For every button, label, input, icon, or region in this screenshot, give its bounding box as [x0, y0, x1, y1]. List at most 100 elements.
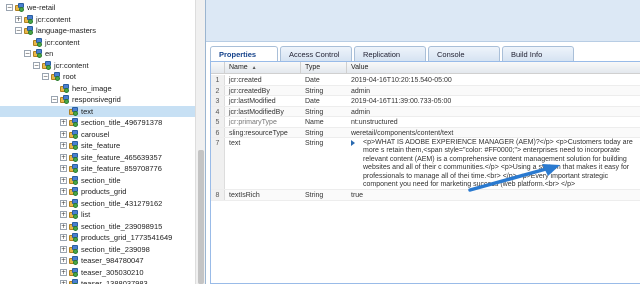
expand-icon[interactable]: +	[60, 268, 67, 276]
collapse-icon[interactable]: −	[51, 96, 58, 103]
expand-icon[interactable]: +	[60, 222, 67, 230]
table-row[interactable]: 1 jcr:created Date 2019-04-16T10:20:15.540-…	[211, 75, 640, 86]
tree-item[interactable]: − language-masters	[0, 25, 195, 36]
expand-icon[interactable]: +	[60, 234, 67, 241]
tree-item[interactable]: + jcr:content	[0, 14, 195, 25]
tree-item[interactable]: + carousel	[0, 129, 195, 140]
property-value[interactable]: admin	[347, 86, 640, 97]
property-name: jcr:lastModifiedBy	[229, 108, 284, 116]
expand-icon[interactable]: +	[15, 15, 22, 23]
tree-item[interactable]: − responsivegrid	[0, 94, 195, 105]
expand-icon[interactable]: +	[60, 165, 67, 172]
property-value[interactable]: <p>WHAT IS ADOBE EXPERIENCE MANAGER (AEM…	[359, 138, 640, 189]
collapse-icon[interactable]: −	[42, 73, 49, 80]
tree-item[interactable]: − en	[0, 48, 195, 59]
property-value[interactable]: nt:unstructured	[347, 117, 640, 128]
tree-item[interactable]: − root	[0, 71, 195, 82]
tree-item[interactable]: hero_image	[0, 83, 195, 94]
tab-access-control[interactable]: Access Control	[280, 46, 352, 61]
table-row[interactable]: 8 textIsRich String true	[211, 190, 640, 201]
tab-build-info[interactable]: Build Info	[502, 46, 574, 61]
property-value[interactable]: admin	[347, 107, 640, 118]
property-value[interactable]: true	[347, 190, 640, 201]
component-node-icon	[69, 164, 78, 173]
property-type: String	[305, 87, 324, 95]
tree-item-label: jcr:content	[45, 37, 80, 47]
expand-icon[interactable]: +	[60, 130, 67, 138]
collapse-icon[interactable]: −	[33, 61, 40, 69]
tree-item[interactable]: + section_title_496791378	[0, 117, 195, 128]
type-column-header[interactable]: Type	[301, 62, 347, 74]
expand-icon[interactable]: +	[60, 245, 67, 253]
component-node-icon	[69, 187, 78, 196]
value-column-header[interactable]: Value	[347, 62, 640, 74]
property-value[interactable]: weretail/components/content/text	[347, 128, 640, 139]
expand-icon[interactable]: +	[60, 211, 67, 218]
tab-replication[interactable]: Replication	[354, 46, 426, 61]
expand-icon[interactable]: +	[60, 257, 67, 264]
tree-item[interactable]: + teaser_984780047	[0, 255, 195, 266]
tree-item-label: root	[63, 72, 76, 81]
page-node-icon	[33, 49, 42, 58]
property-name: sling:resourceType	[229, 129, 288, 137]
tree-item-label: products_grid_1773541649	[81, 233, 173, 242]
tab-properties[interactable]: Properties	[210, 46, 278, 62]
tree-item-label: section_title_239098	[81, 244, 150, 254]
tree-item[interactable]: + products_grid	[0, 186, 195, 197]
expand-icon[interactable]: +	[60, 176, 67, 184]
tree-item[interactable]: + list	[0, 209, 195, 220]
component-node-icon	[69, 141, 78, 150]
tree-item[interactable]: jcr:content	[0, 37, 195, 48]
tree-item[interactable]: + teaser_305030210	[0, 267, 195, 278]
property-value[interactable]: 2019-04-16T11:39:00.733-05:00	[347, 96, 640, 107]
table-row[interactable]: 5 jcr:primaryType Name nt:unstructured	[211, 117, 640, 128]
property-name: jcr:created	[229, 77, 262, 84]
expand-icon[interactable]: +	[60, 119, 67, 126]
row-number: 5	[211, 117, 225, 127]
expand-icon[interactable]: +	[60, 199, 67, 207]
table-row[interactable]: 6 sling:resourceType String weretail/compon…	[211, 127, 640, 139]
tree-scrollbar-thumb[interactable]	[198, 150, 204, 284]
table-row[interactable]: 3 jcr:lastModified Date 2019-04-16T11:39:00…	[211, 96, 640, 107]
tree-item[interactable]: + section_title_239098915	[0, 221, 195, 232]
property-type: String	[305, 129, 324, 137]
tree-item-label: hero_image	[72, 83, 112, 93]
component-node-icon	[69, 175, 78, 185]
name-column-header[interactable]: Name ▲	[225, 62, 301, 74]
tree-item[interactable]: − we-retail	[0, 2, 195, 13]
tree-item-label: section_title_496791378	[81, 118, 163, 127]
component-node-icon	[60, 83, 69, 93]
collapse-icon[interactable]: −	[15, 27, 22, 34]
tree-item[interactable]: + site_feature	[0, 140, 195, 151]
table-row[interactable]: 4 jcr:lastModifiedBy String admin	[211, 106, 640, 118]
property-type: Date	[305, 98, 320, 105]
expand-icon[interactable]: +	[60, 153, 67, 161]
tree-item[interactable]: text	[0, 105, 195, 117]
tree-item[interactable]: + section_title_239098	[0, 244, 195, 255]
tree-item[interactable]: − jcr:content	[0, 60, 195, 71]
tree-scrollbar[interactable]	[195, 0, 205, 284]
collapse-icon[interactable]: −	[24, 50, 31, 57]
table-row[interactable]: 7 text String <p>WHAT IS ADOBE EXPERIENCE M…	[211, 138, 640, 190]
tree-item[interactable]: + site_feature_859708776	[0, 163, 195, 174]
tree-item-label: list	[81, 210, 91, 219]
collapse-icon[interactable]: −	[6, 4, 13, 11]
tree-item[interactable]: + site_feature_465639357	[0, 152, 195, 163]
property-name: jcr:lastModified	[229, 98, 276, 105]
tree-item[interactable]: + section_title_431279162	[0, 198, 195, 209]
properties-grid: Name ▲ Type Value 1 jcr:created Date 2019-0…	[210, 61, 640, 284]
property-value[interactable]: 2019-04-16T10:20:15.540-05:00	[347, 75, 640, 86]
tab-console[interactable]: Console	[428, 46, 500, 61]
property-type: Name	[305, 119, 324, 126]
tree-item[interactable]: + products_grid_1773541649	[0, 232, 195, 243]
expand-icon[interactable]: +	[60, 142, 67, 149]
component-node-icon	[69, 233, 78, 242]
tree-item[interactable]: + section_title	[0, 175, 195, 186]
expand-icon[interactable]: +	[60, 188, 67, 195]
row-number: 7	[211, 138, 225, 189]
expand-value-icon[interactable]	[351, 140, 355, 146]
expand-icon[interactable]: +	[60, 280, 67, 284]
table-row[interactable]: 2 jcr:createdBy String admin	[211, 85, 640, 97]
tree-item[interactable]: + teaser_1388037983	[0, 278, 195, 284]
tree-item-label: teaser_984780047	[81, 256, 144, 265]
